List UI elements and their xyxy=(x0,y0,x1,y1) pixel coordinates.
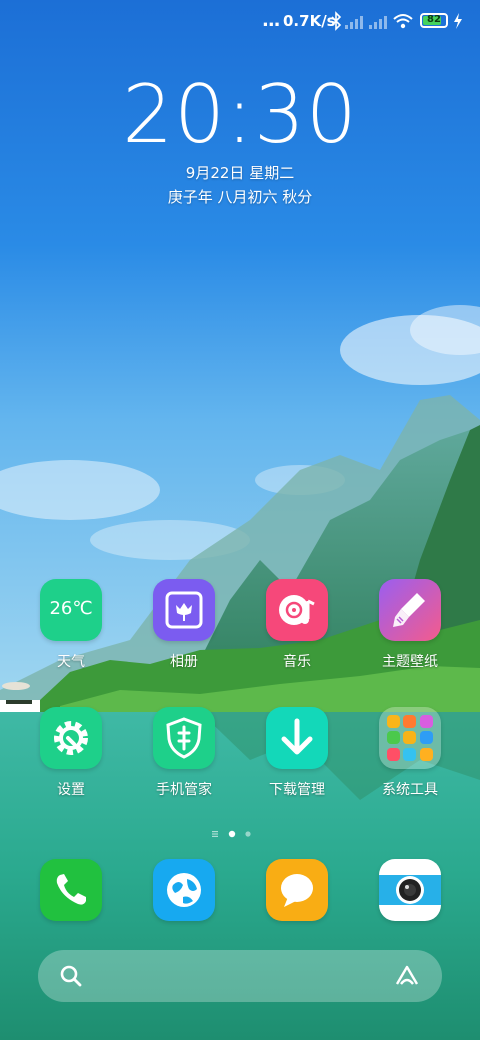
app-themes[interactable]: 主题壁纸 xyxy=(362,579,458,671)
gallery-icon[interactable] xyxy=(153,579,215,641)
assistant-icon[interactable] xyxy=(394,964,420,988)
clock-date[interactable]: 9月22日 星期二 xyxy=(0,162,480,183)
weather-temperature: 26℃ xyxy=(49,598,93,619)
wifi-icon xyxy=(393,14,413,29)
app-security[interactable]: 手机管家 xyxy=(136,707,232,799)
app-music[interactable]: 音乐 xyxy=(249,579,345,671)
weather-icon[interactable]: 26℃ xyxy=(40,579,102,641)
search-icon[interactable] xyxy=(60,965,82,987)
page-dot xyxy=(245,831,251,837)
settings-gear-icon[interactable] xyxy=(40,707,102,769)
page-dot-current xyxy=(228,830,236,838)
lunar-date: 庚子年 八月初六 秋分 xyxy=(167,188,313,206)
status-dots: ... xyxy=(262,10,280,31)
download-arrow-icon[interactable] xyxy=(266,707,328,769)
app-label: 主题壁纸 xyxy=(382,654,438,670)
app-label: 设置 xyxy=(57,782,85,798)
bluetooth-icon xyxy=(331,11,342,31)
dock-camera[interactable] xyxy=(362,859,458,921)
app-label: 手机管家 xyxy=(156,782,212,798)
app-label: 天气 xyxy=(57,654,85,670)
signal-2-icon xyxy=(369,16,387,29)
app-system-tools-folder[interactable]: 系统工具 xyxy=(362,707,458,799)
page-list-icon xyxy=(212,831,218,837)
app-downloads[interactable]: 下载管理 xyxy=(249,707,345,799)
status-bar: ... 0.7K/s 82 xyxy=(0,0,480,42)
network-speed: 0.7K/s xyxy=(283,12,336,30)
theme-brush-icon[interactable] xyxy=(379,579,441,641)
dock-browser[interactable] xyxy=(136,859,232,921)
app-weather[interactable]: 26℃ 天气 xyxy=(23,579,119,671)
app-label: 系统工具 xyxy=(382,782,438,798)
page-indicator[interactable] xyxy=(0,824,480,838)
app-label: 音乐 xyxy=(283,654,311,670)
camera-icon[interactable] xyxy=(379,859,441,921)
battery-level: 82 xyxy=(427,14,441,25)
browser-globe-icon[interactable] xyxy=(153,859,215,921)
app-settings[interactable]: 设置 xyxy=(23,707,119,799)
battery-icon: 82 xyxy=(420,13,448,28)
folder-icon[interactable] xyxy=(379,707,441,769)
clock-time[interactable]: 20:30 xyxy=(0,70,480,160)
phone-icon[interactable] xyxy=(40,859,102,921)
app-gallery[interactable]: 相册 xyxy=(136,579,232,671)
signal-1-icon xyxy=(345,16,363,29)
dock-phone[interactable] xyxy=(23,859,119,921)
dock-messages[interactable] xyxy=(249,859,345,921)
security-shield-icon[interactable] xyxy=(153,707,215,769)
app-label: 相册 xyxy=(170,654,198,670)
charging-icon xyxy=(454,13,462,29)
messages-icon[interactable] xyxy=(266,859,328,921)
music-icon[interactable] xyxy=(266,579,328,641)
app-label: 下载管理 xyxy=(269,782,325,798)
search-bar[interactable] xyxy=(38,950,442,1002)
